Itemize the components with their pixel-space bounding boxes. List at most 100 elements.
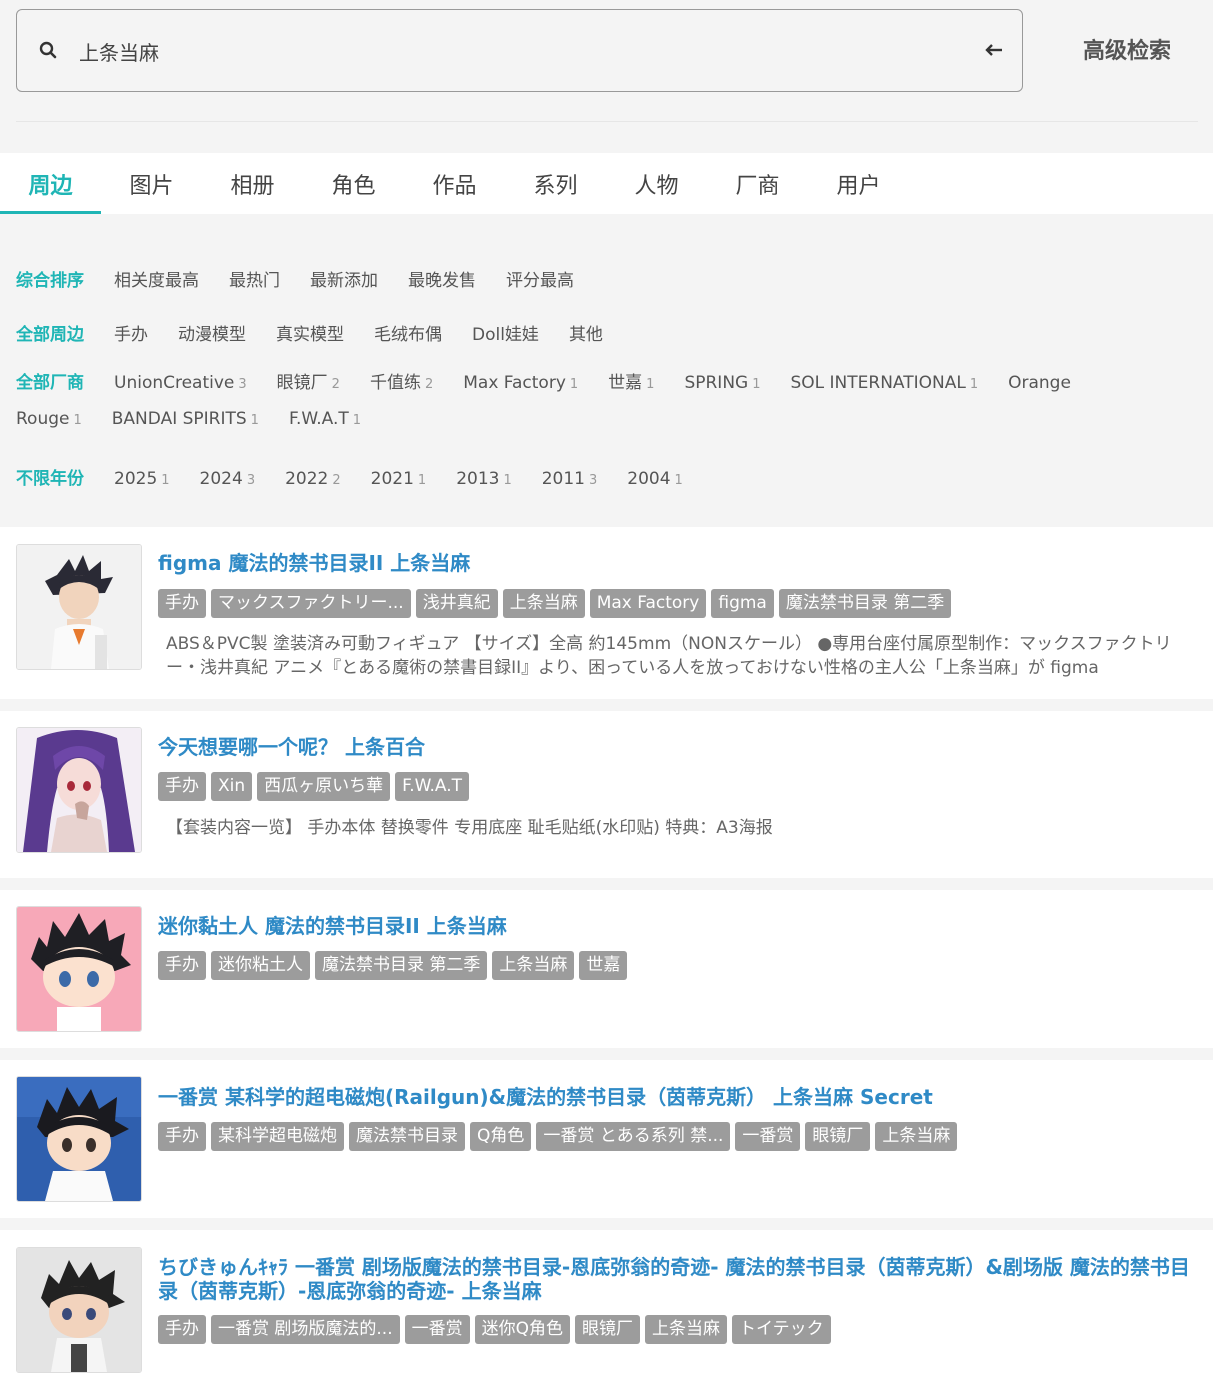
result-card[interactable]: 今天想要哪一个呢？ 上条百合 手办 Xin 西瓜ヶ原いち華 F.W.A.T 【套装内容一览… xyxy=(0,711,1213,878)
tab-6[interactable]: 人物 xyxy=(606,153,707,214)
result-tags: 手办 迷你粘土人 魔法禁书目录 第二季 上条当麻 世嘉 xyxy=(158,951,628,980)
filter-option[interactable]: 2021 1 xyxy=(371,469,427,489)
filter-option-name: 2013 xyxy=(456,469,500,489)
filter-option[interactable]: Doll娃娃 xyxy=(472,325,539,345)
year-filter-row: 不限年份 2025 1 2024 3 2022 2 2021 1 2013 1 2011 3 2004 1 xyxy=(16,464,713,489)
tag-chip[interactable]: 某科学超电磁炮 xyxy=(211,1122,344,1151)
tab-5[interactable]: 系列 xyxy=(505,153,606,214)
result-thumbnail[interactable] xyxy=(16,544,142,670)
filter-option[interactable]: 毛绒布偶 xyxy=(374,325,442,345)
filter-option-name: 2021 xyxy=(370,469,414,489)
filter-option-count: 2 xyxy=(424,377,434,392)
tag-chip[interactable]: 手办 xyxy=(158,772,206,801)
search-input[interactable] xyxy=(79,30,959,72)
tag-chip[interactable]: 上条当麻 xyxy=(502,589,585,618)
result-title-link[interactable]: figma 魔法的禁书目录II 上条当麻 xyxy=(158,551,1203,575)
tag-chip[interactable]: 手办 xyxy=(158,951,206,980)
tab-4[interactable]: 作品 xyxy=(404,153,505,214)
tag-chip[interactable]: 上条当麻 xyxy=(875,1122,958,1151)
filter-option-count: 1 xyxy=(646,377,655,392)
tag-chip[interactable]: 眼镜厂 xyxy=(805,1122,871,1151)
tag-chip[interactable]: Xin xyxy=(211,772,253,801)
result-card[interactable]: figma 魔法的禁书目录II 上条当麻手办 マックスファクトリー... 浅井真紀上… xyxy=(0,527,1213,699)
advanced-search-link[interactable]: 高级检索 xyxy=(1083,33,1171,65)
result-title-link[interactable]: 迷你黏土人 魔法的禁书目录II 上条当麻 xyxy=(158,914,1203,938)
result-thumbnail[interactable] xyxy=(16,1076,142,1202)
filter-option[interactable]: BANDAI SPIRITS 1 xyxy=(112,409,259,429)
filter-option[interactable]: 手办 xyxy=(114,325,148,345)
filter-option[interactable]: SPRING 1 xyxy=(684,373,760,393)
filter-option[interactable]: Max Factory 1 xyxy=(463,373,578,393)
tag-chip[interactable]: 上条当麻 xyxy=(492,951,575,980)
tag-chip[interactable]: トイテック xyxy=(732,1315,831,1344)
filter-option[interactable]: UnionCreative 3 xyxy=(114,373,247,393)
tag-chip[interactable]: 魔法禁书目录 第二季 xyxy=(778,589,952,618)
filter-option[interactable]: 千值练 2 xyxy=(370,373,433,393)
filter-option[interactable]: F.W.A.T 1 xyxy=(289,409,361,429)
filter-option[interactable]: 最热门 xyxy=(229,271,280,291)
tag-chip[interactable]: 迷你粘土人 xyxy=(211,951,310,980)
filter-option[interactable]: 2022 2 xyxy=(285,469,341,489)
filter-option[interactable]: 2011 3 xyxy=(542,469,598,489)
result-title-link[interactable]: 今天想要哪一个呢？ 上条百合 xyxy=(158,735,1203,759)
filter-label[interactable]: 全部厂商 xyxy=(16,373,84,393)
tab-8[interactable]: 用户 xyxy=(808,153,909,214)
result-thumbnail[interactable] xyxy=(16,906,142,1032)
tag-chip[interactable]: Q角色 xyxy=(470,1122,532,1151)
tag-chip[interactable]: 上条当麻 xyxy=(645,1315,728,1344)
tag-chip[interactable]: figma xyxy=(711,589,774,618)
tab-2[interactable]: 相册 xyxy=(202,153,303,214)
tag-chip[interactable]: 西瓜ヶ原いち華 xyxy=(257,772,391,801)
tag-chip[interactable]: 一番赏 xyxy=(735,1122,801,1151)
filter-option[interactable]: 真实模型 xyxy=(276,325,344,345)
tab-1[interactable]: 图片 xyxy=(101,153,202,214)
result-description: ABS＆PVC製 塗装済み可動フィギュア 【サイズ】全高 約145mm（NONス… xyxy=(166,634,1172,678)
result-card[interactable]: 一番赏 某科学的超电磁炮(Railgun)&魔法的禁书目录（茵蒂克斯） 上条当麻… xyxy=(0,1060,1213,1218)
tag-chip[interactable]: F.W.A.T xyxy=(395,772,469,801)
filter-option[interactable]: 2013 1 xyxy=(456,469,512,489)
filter-option[interactable]: SOL INTERNATIONAL 1 xyxy=(791,373,979,393)
tag-chip[interactable]: 手办 xyxy=(158,589,206,618)
result-card[interactable]: ちびきゅんｷｬﾗ 一番赏 剧场版魔法的禁书目录-恩底弥翁的奇迹- 魔法的禁书目录… xyxy=(0,1230,1213,1385)
result-title-link[interactable]: ちびきゅんｷｬﾗ 一番赏 剧场版魔法的禁书目录-恩底弥翁的奇迹- 魔法的禁书目录… xyxy=(158,1255,1203,1303)
filter-option[interactable]: 2025 1 xyxy=(114,469,170,489)
filter-option[interactable]: 2024 3 xyxy=(200,469,256,489)
filter-option[interactable]: 相关度最高 xyxy=(114,271,199,291)
filter-option[interactable]: 2004 1 xyxy=(627,469,683,489)
tag-chip[interactable]: 魔法禁书目录 xyxy=(349,1122,465,1151)
tag-chip[interactable]: 世嘉 xyxy=(579,951,628,980)
filter-option[interactable]: 最晚发售 xyxy=(408,271,476,291)
tag-chip[interactable]: 手办 xyxy=(158,1315,206,1344)
filter-label[interactable]: 不限年份 xyxy=(16,469,84,489)
filter-option[interactable]: 其他 xyxy=(569,325,603,345)
tab-0[interactable]: 周边 xyxy=(0,153,101,214)
filter-label[interactable]: 全部周边 xyxy=(16,325,84,345)
filter-option[interactable]: 评分最高 xyxy=(506,271,574,291)
tag-chip[interactable]: 一番赏 剧场版魔法的... xyxy=(211,1315,400,1344)
tag-chip[interactable]: 浅井真紀 xyxy=(415,589,498,618)
filter-option[interactable]: 动漫模型 xyxy=(178,325,246,345)
tab-3[interactable]: 角色 xyxy=(303,153,404,214)
tab-7[interactable]: 厂商 xyxy=(707,153,808,214)
tag-chip[interactable]: Max Factory xyxy=(589,589,707,618)
result-title-link[interactable]: 一番赏 某科学的超电磁炮(Railgun)&魔法的禁书目录（茵蒂克斯） 上条当麻… xyxy=(158,1085,1203,1109)
tag-chip[interactable]: マックスファクトリー... xyxy=(211,589,411,618)
filter-option-count: 1 xyxy=(250,413,259,428)
arrow-left-icon[interactable] xyxy=(984,41,1004,59)
tag-chip[interactable]: 手办 xyxy=(158,1122,206,1151)
filter-option[interactable]: 眼镜厂 2 xyxy=(277,373,340,393)
tag-chip[interactable]: 迷你Q角色 xyxy=(474,1315,571,1344)
filter-option-count: 2 xyxy=(331,377,340,392)
filter-label[interactable]: 综合排序 xyxy=(16,271,84,291)
search-box[interactable] xyxy=(16,9,1023,92)
tag-chip[interactable]: 眼镜厂 xyxy=(575,1315,641,1344)
result-thumbnail[interactable] xyxy=(16,727,142,853)
filter-option-count: 1 xyxy=(674,473,683,488)
result-thumbnail[interactable] xyxy=(16,1247,142,1373)
filter-option[interactable]: 世嘉 1 xyxy=(608,373,654,393)
tag-chip[interactable]: 一番赏 とある系列 禁... xyxy=(536,1122,731,1151)
result-card[interactable]: 迷你黏土人 魔法的禁书目录II 上条当麻手办 迷你粘土人 魔法禁书目录 第二季 上条当… xyxy=(0,890,1213,1048)
filter-option[interactable]: 最新添加 xyxy=(310,271,378,291)
tag-chip[interactable]: 魔法禁书目录 第二季 xyxy=(315,951,488,980)
tag-chip[interactable]: 一番赏 xyxy=(404,1315,470,1344)
